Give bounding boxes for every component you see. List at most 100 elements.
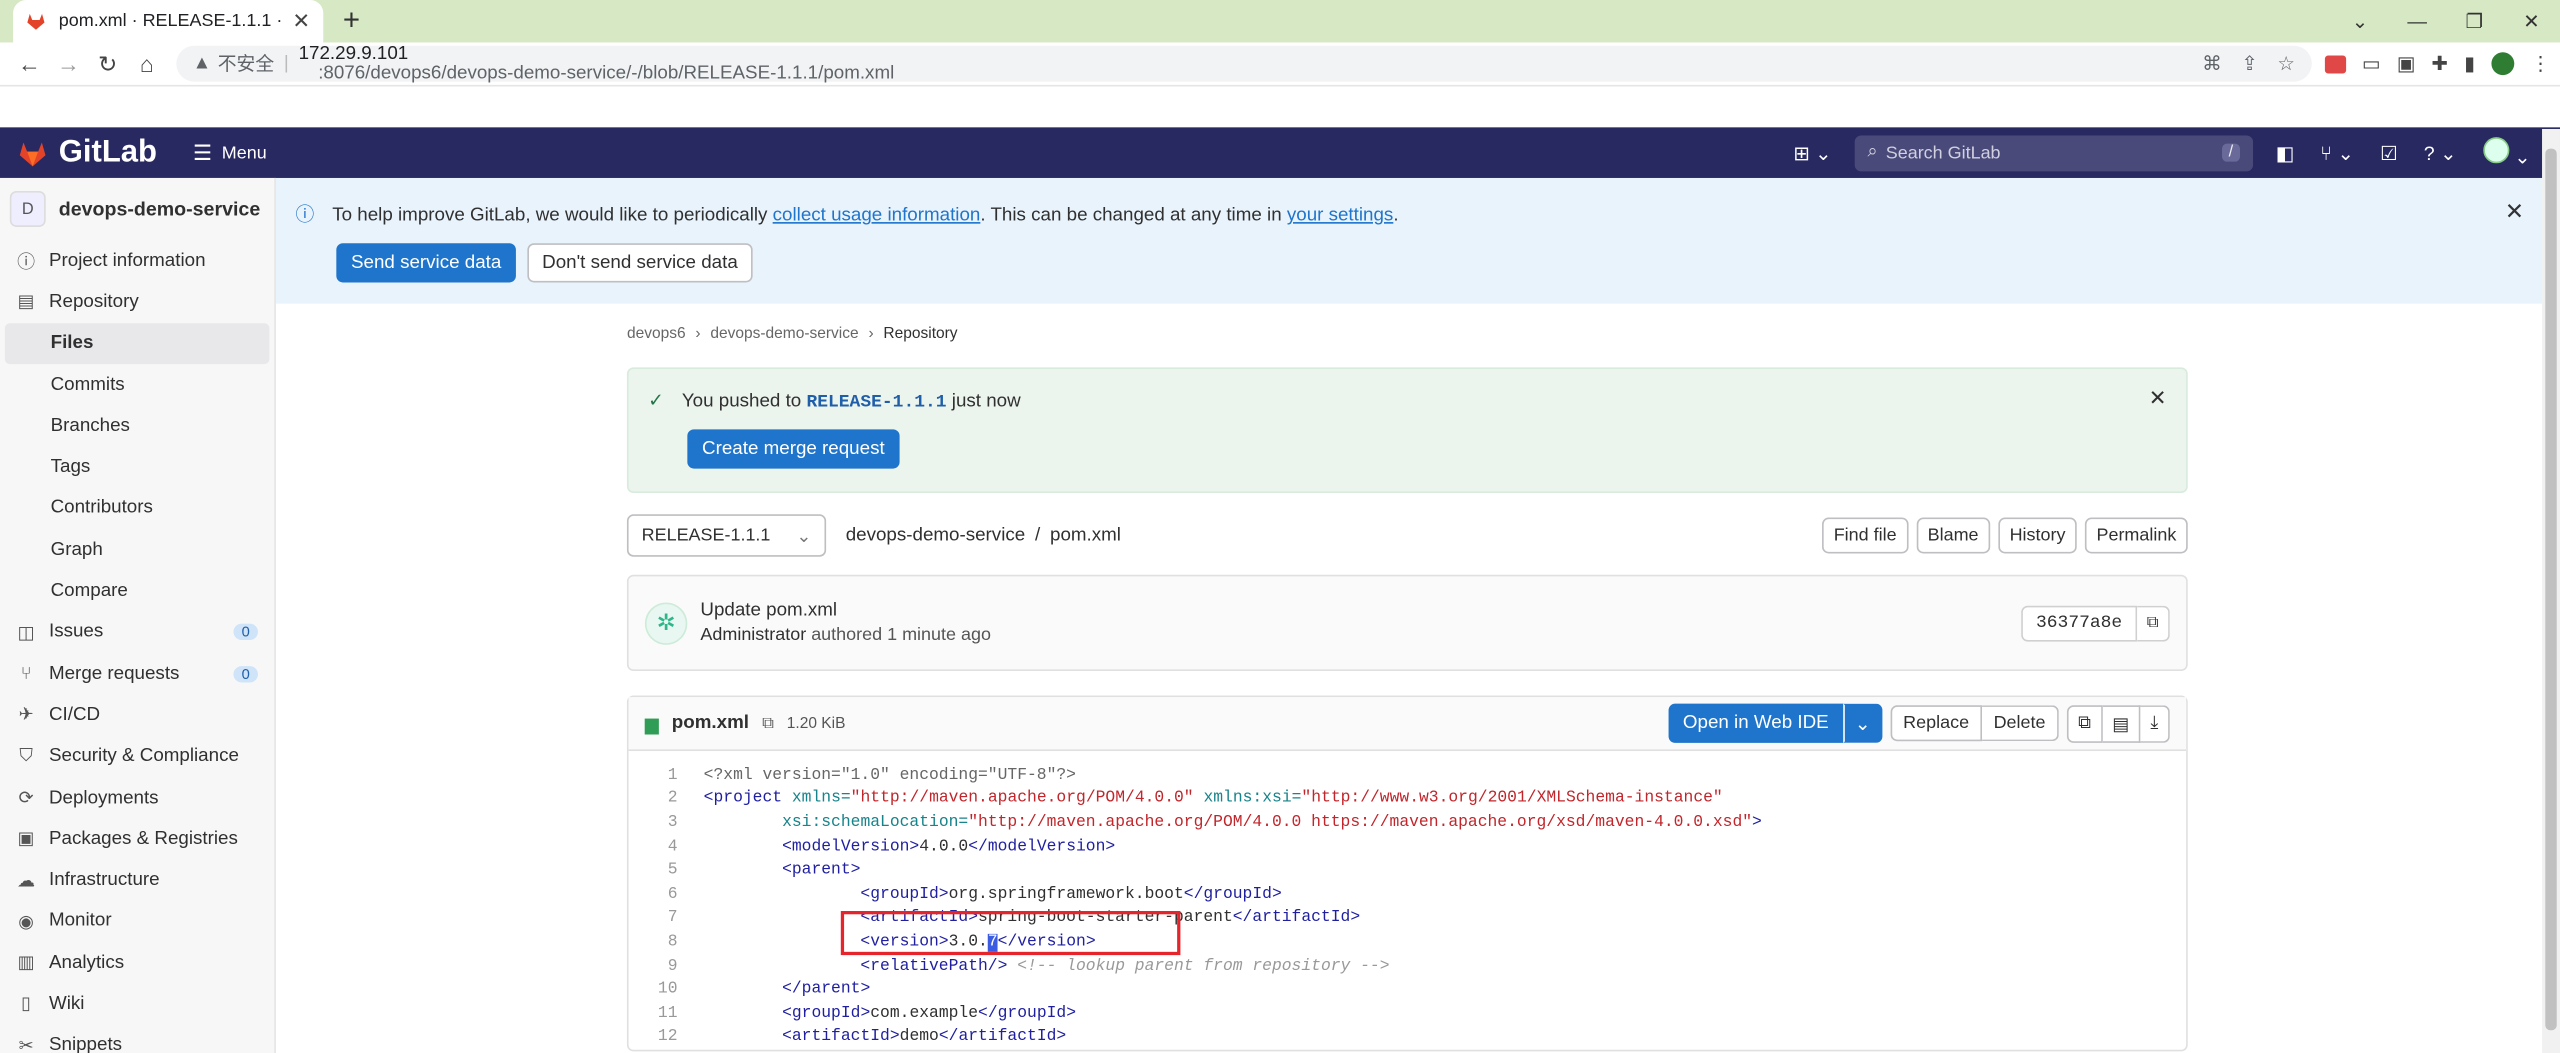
sidebar-item-project-information[interactable]: ⓘ Project information bbox=[0, 240, 274, 281]
sidebar-sub-branches[interactable]: Branches bbox=[0, 405, 274, 446]
info-circle-icon: ⓘ bbox=[295, 205, 315, 226]
home-icon[interactable]: ⌂ bbox=[127, 51, 166, 77]
dont-send-service-data-button[interactable]: Don't send service data bbox=[527, 243, 753, 283]
history-button[interactable]: History bbox=[1998, 517, 2077, 554]
new-tab-button[interactable]: + bbox=[343, 3, 360, 37]
url-field[interactable]: ▲ 不安全 | 172.29.9.101:8076/devops6/devops… bbox=[176, 44, 2312, 83]
sidebar-sub-tags[interactable]: Tags bbox=[0, 447, 274, 488]
sidebar-item-infrastructure[interactable]: ☁ Infrastructure bbox=[0, 860, 274, 901]
breadcrumb-group[interactable]: devops6 bbox=[627, 325, 686, 343]
extensions-puzzle-icon[interactable]: ✚ bbox=[2432, 52, 2448, 75]
tab-title: pom.xml · RELEASE-1.1.1 · dev bbox=[58, 11, 286, 32]
extension-badge-icon[interactable]: ▣ bbox=[2397, 52, 2416, 75]
tab-search-icon[interactable]: ⌄ bbox=[2331, 10, 2388, 33]
sidebar-sub-contributors[interactable]: Contributors bbox=[0, 488, 274, 529]
scrollbar-thumb[interactable] bbox=[2545, 148, 2557, 1031]
share-icon[interactable]: ⇪ bbox=[2241, 52, 2257, 75]
download-icon[interactable]: ⤓ bbox=[2140, 704, 2170, 743]
commit-author-link[interactable]: Administrator bbox=[700, 625, 806, 645]
copy-sha-icon[interactable]: ⧉ bbox=[2136, 604, 2170, 641]
side-panel-icon[interactable]: ▮ bbox=[2464, 52, 2475, 75]
bookmark-star-icon[interactable]: ☆ bbox=[2277, 52, 2295, 75]
breadcrumb-current[interactable]: Repository bbox=[883, 325, 957, 343]
sidebar-sub-files[interactable]: Files bbox=[4, 322, 270, 364]
monitor-icon: ◉ bbox=[18, 912, 34, 933]
back-icon[interactable]: ← bbox=[10, 51, 49, 77]
bookmark-bar bbox=[0, 86, 2560, 128]
create-new-icon[interactable]: ⊞ ⌄ bbox=[1793, 141, 1831, 164]
sidebar-item-issues[interactable]: ◫ Issues 0 bbox=[0, 612, 274, 653]
browser-tab[interactable]: pom.xml · RELEASE-1.1.1 · dev ✕ bbox=[13, 0, 324, 43]
send-service-data-button[interactable]: Send service data bbox=[336, 243, 517, 283]
sidebar-item-analytics[interactable]: ▥ Analytics bbox=[0, 942, 274, 983]
edit-dropdown-toggle[interactable]: ⌄ bbox=[1843, 703, 1882, 743]
sidebar-item-repository[interactable]: ▤ Repository bbox=[0, 281, 274, 322]
page-scrollbar[interactable] bbox=[2542, 128, 2560, 1053]
merge-request-icon: ⑂ bbox=[20, 663, 32, 684]
gitlab-home-link[interactable]: GitLab bbox=[16, 135, 157, 171]
profile-avatar-icon[interactable] bbox=[2491, 52, 2515, 76]
author-avatar[interactable]: ✲ bbox=[644, 601, 688, 645]
issues-nav-icon[interactable]: ◧ bbox=[2276, 141, 2295, 164]
sidebar-item-packages[interactable]: ▣ Packages & Registries bbox=[0, 818, 274, 859]
open-web-ide-button[interactable]: Open in Web IDE bbox=[1668, 703, 1844, 743]
sidebar-item-monitor[interactable]: ◉ Monitor bbox=[0, 901, 274, 942]
menu-button[interactable]: ☰ Menu bbox=[193, 140, 267, 166]
copy-contents-icon[interactable]: ⧉ bbox=[2066, 704, 2103, 743]
create-merge-request-button[interactable]: Create merge request bbox=[687, 429, 900, 469]
sidebar-item-deployments[interactable]: ⟳ Deployments bbox=[0, 777, 274, 818]
breadcrumb-project[interactable]: devops-demo-service bbox=[710, 325, 858, 343]
search-input[interactable]: ⌕ Search GitLab / bbox=[1854, 134, 2253, 171]
deployments-icon: ⟳ bbox=[18, 788, 34, 809]
tab-close-icon[interactable]: ✕ bbox=[292, 8, 310, 34]
sidebar-item-snippets[interactable]: ✂ Snippets bbox=[0, 1025, 274, 1053]
alert-close-icon[interactable]: ✕ bbox=[2149, 385, 2167, 411]
restore-icon[interactable]: ❐ bbox=[2446, 10, 2503, 33]
path-file-link[interactable]: pom.xml bbox=[1050, 526, 1121, 546]
code-line: 1 <?xml version="1.0" encoding="UTF-8"?> bbox=[667, 767, 1076, 785]
permalink-button[interactable]: Permalink bbox=[2085, 517, 2188, 554]
browser-menu-icon[interactable]: ⋮ bbox=[2531, 52, 2551, 75]
merge-requests-count-badge: 0 bbox=[233, 665, 258, 682]
window-close-icon[interactable]: ✕ bbox=[2503, 10, 2560, 33]
book-icon: ▯ bbox=[21, 995, 32, 1015]
sidebar-sub-graph[interactable]: Graph bbox=[0, 529, 274, 570]
merge-requests-nav-icon[interactable]: ⑂ ⌄ bbox=[2320, 141, 2354, 164]
ref-switcher-dropdown[interactable]: RELEASE-1.1.1 ⌄ bbox=[626, 514, 827, 557]
sidebar-sub-commits[interactable]: Commits bbox=[0, 364, 274, 405]
sidebar-project-header[interactable]: D devops-demo-service bbox=[0, 191, 274, 240]
sidebar-item-merge-requests[interactable]: ⑂ Merge requests 0 bbox=[0, 653, 274, 694]
open-raw-icon[interactable]: ▤ bbox=[2102, 704, 2141, 743]
blame-button[interactable]: Blame bbox=[1916, 517, 1990, 554]
commit-title-link[interactable]: Update pom.xml bbox=[700, 601, 991, 621]
warning-icon[interactable]: ▲ bbox=[193, 54, 212, 74]
todos-icon[interactable]: ☑ bbox=[2380, 141, 2398, 164]
issues-icon: ◫ bbox=[17, 623, 35, 643]
minimize-icon[interactable]: — bbox=[2389, 10, 2446, 33]
sidebar-sub-compare[interactable]: Compare bbox=[0, 570, 274, 611]
shield-icon: ⛉ bbox=[19, 745, 33, 766]
code-line: 9 <relativePath/> <!-- lookup parent fro… bbox=[667, 957, 1390, 976]
banner-close-icon[interactable]: ✕ bbox=[2505, 198, 2524, 226]
find-file-button[interactable]: Find file bbox=[1822, 517, 1909, 554]
sidebar-item-cicd[interactable]: ✈ CI/CD bbox=[0, 694, 274, 735]
recent-push-alert: ✓ You pushed to RELEASE-1.1.1 just now C… bbox=[626, 367, 2188, 494]
your-settings-link[interactable]: your settings bbox=[1287, 206, 1393, 226]
commit-sha[interactable]: 36377a8e bbox=[2021, 604, 2137, 641]
path-repo-link[interactable]: devops-demo-service bbox=[846, 526, 1025, 546]
sidebar-item-wiki[interactable]: ▯ Wiki bbox=[0, 983, 274, 1024]
extension-gray-icon[interactable]: ▭ bbox=[2362, 52, 2381, 75]
user-menu[interactable]: ⌄ bbox=[2482, 137, 2531, 168]
translate-icon[interactable]: ⌘ bbox=[2202, 52, 2222, 75]
forward-icon[interactable]: → bbox=[49, 51, 88, 77]
code-viewer[interactable]: 1 <?xml version="1.0" encoding="UTF-8"?> … bbox=[629, 751, 2187, 1050]
file-path: devops-demo-service / pom.xml bbox=[845, 525, 1121, 546]
reload-icon[interactable]: ↻ bbox=[88, 50, 127, 78]
copy-path-icon[interactable]: ⧉ bbox=[762, 714, 774, 732]
replace-button[interactable]: Replace bbox=[1890, 705, 1983, 742]
extension-red-icon[interactable] bbox=[2324, 54, 2346, 73]
help-icon[interactable]: ? ⌄ bbox=[2424, 141, 2457, 164]
delete-button[interactable]: Delete bbox=[1982, 705, 2059, 742]
sidebar-item-security[interactable]: ⛉ Security & Compliance bbox=[0, 736, 274, 777]
collect-usage-link[interactable]: collect usage information bbox=[773, 206, 981, 226]
